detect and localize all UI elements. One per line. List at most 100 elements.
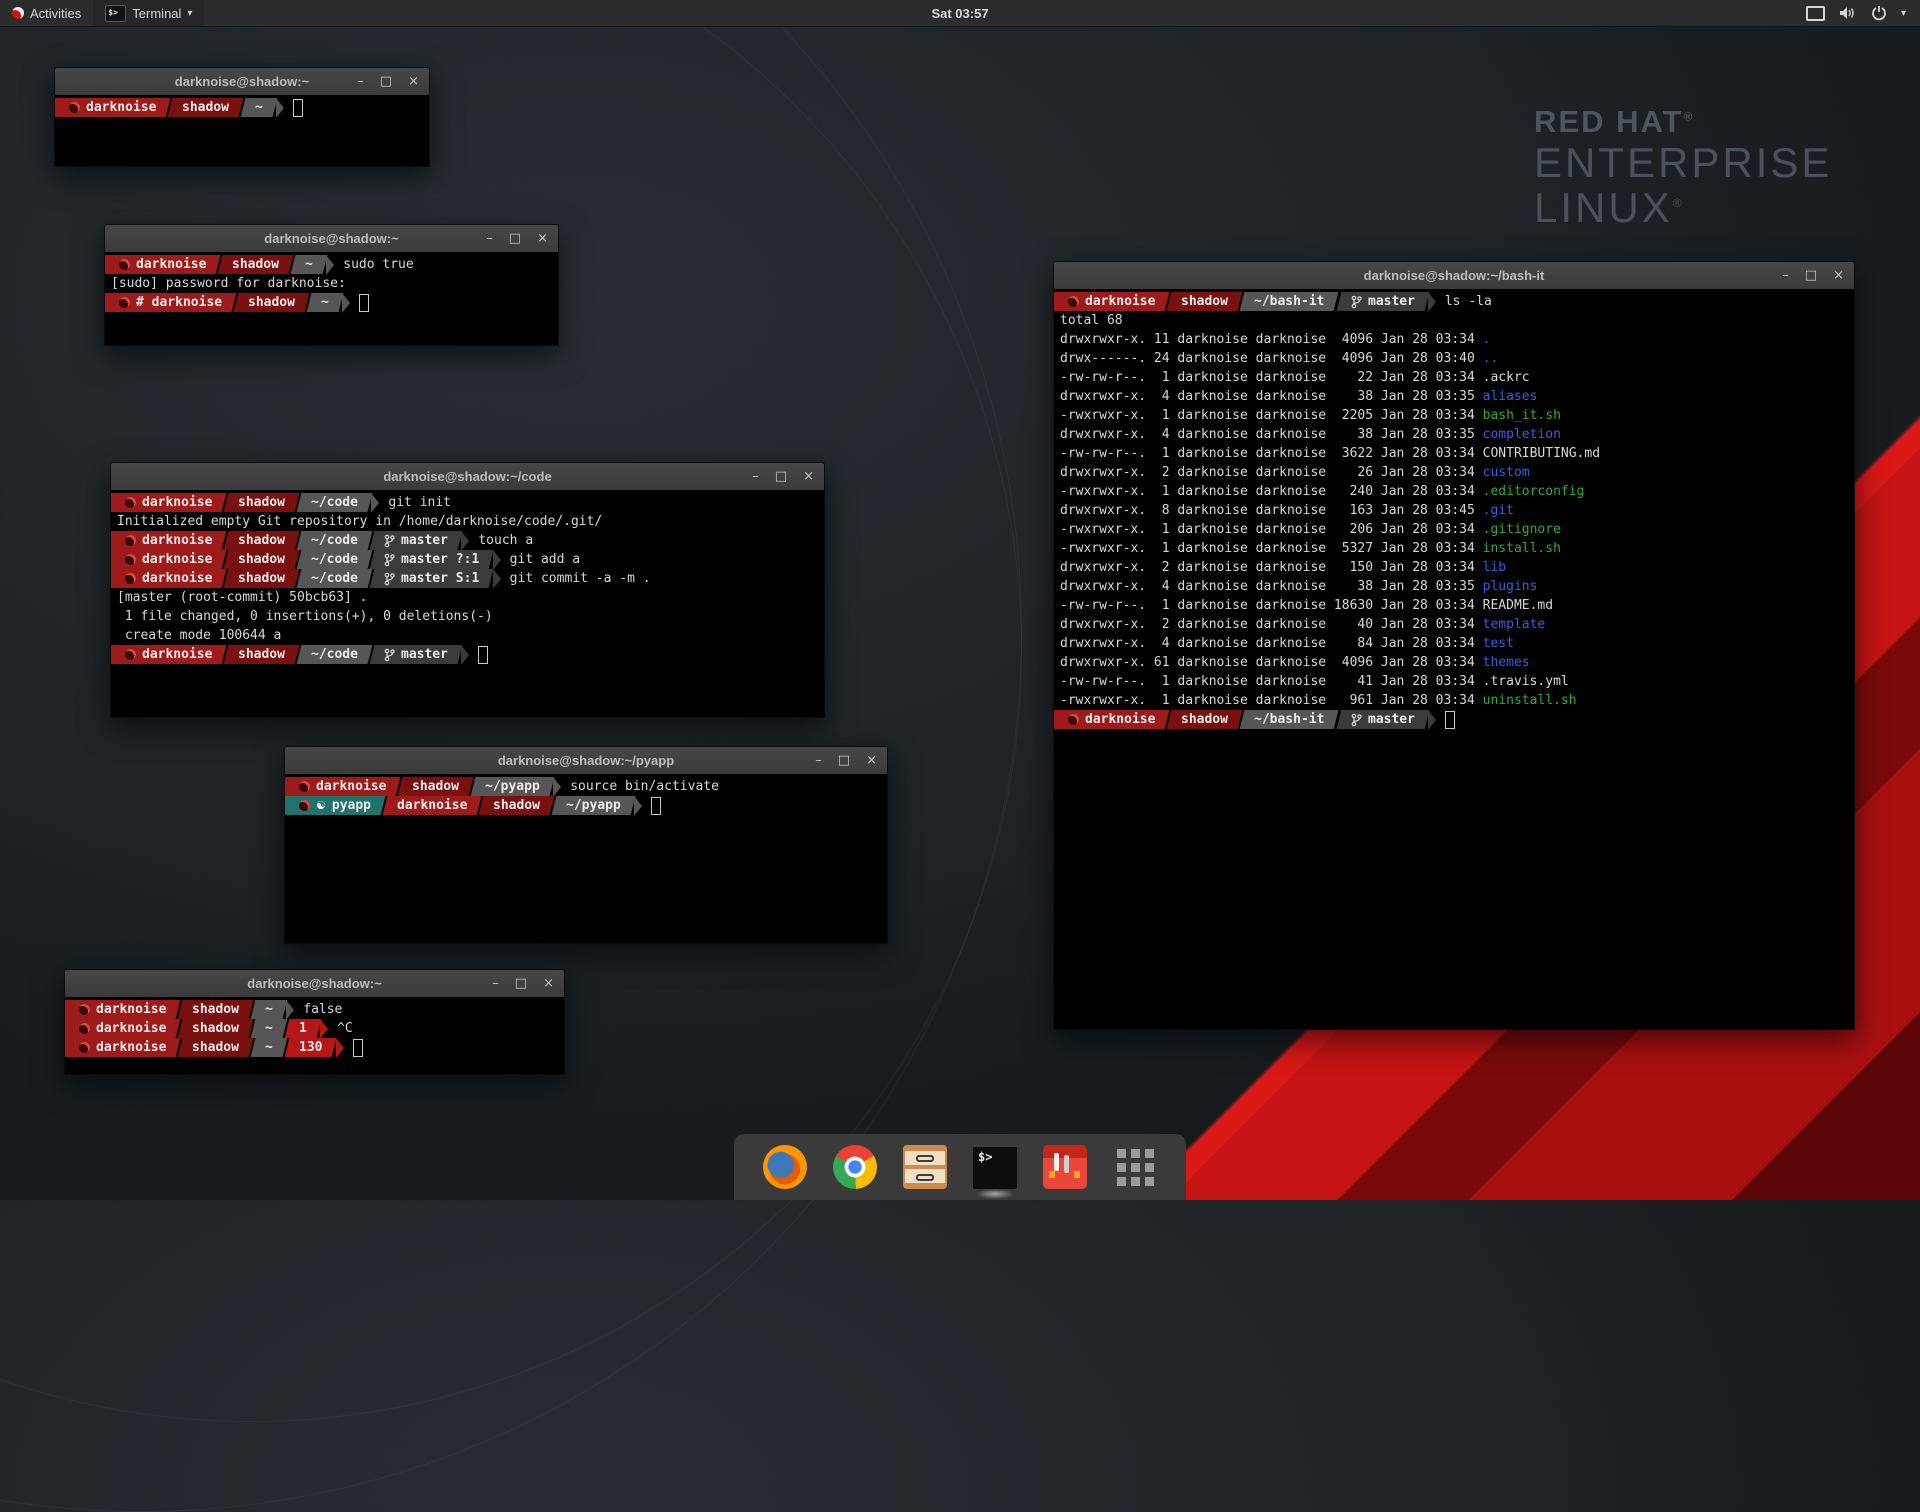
ls-row-filename: .ackrc bbox=[1483, 368, 1530, 387]
window-buttons: –□ × bbox=[752, 463, 814, 490]
maximize-button[interactable]: □ bbox=[515, 970, 527, 997]
window-buttons: –□ × bbox=[357, 68, 419, 95]
close-button[interactable]: × bbox=[1833, 262, 1844, 289]
terminal-cursor bbox=[353, 1039, 363, 1057]
terminal-icon bbox=[973, 1145, 1017, 1189]
git-branch-icon bbox=[384, 534, 395, 548]
window-titlebar[interactable]: darknoise@shadow:~/bash-it–□ × bbox=[1054, 262, 1854, 290]
prompt-arrow-icon bbox=[461, 645, 469, 665]
minimize-button[interactable]: – bbox=[492, 970, 499, 997]
terminal-body[interactable]: darknoiseshadow~falsedarknoiseshadow~1^C… bbox=[65, 997, 564, 1074]
dock-item-files[interactable] bbox=[902, 1144, 948, 1190]
close-button[interactable]: × bbox=[866, 747, 877, 774]
window-title: darknoise@shadow:~ bbox=[65, 976, 564, 991]
screen-icon[interactable] bbox=[1806, 6, 1825, 21]
prompt-segment-text: master bbox=[384, 531, 448, 550]
volume-icon[interactable] bbox=[1839, 5, 1857, 21]
firefox-icon bbox=[763, 1145, 807, 1189]
close-button[interactable]: × bbox=[408, 68, 419, 95]
prompt-segment-text: # darknoise bbox=[119, 293, 222, 312]
git-branch-icon bbox=[1351, 713, 1362, 727]
maximize-button[interactable]: □ bbox=[509, 225, 521, 252]
window-titlebar[interactable]: darknoise@shadow:~–□× bbox=[55, 68, 429, 96]
prompt-line: darknoiseshadow~ bbox=[61, 98, 429, 117]
close-button[interactable]: × bbox=[803, 463, 814, 490]
window-titlebar[interactable]: darknoise@shadow:~–□ × bbox=[65, 970, 564, 998]
terminal-line: drwxrwxr-x. 2 darknoise darknoise 26 Jan… bbox=[1060, 463, 1854, 482]
command-text: ls -la bbox=[1445, 292, 1492, 311]
terminal-line: drwxrwxr-x. 4 darknoise darknoise 84 Jan… bbox=[1060, 634, 1854, 653]
prompt-segment-git: master S:1 bbox=[370, 569, 494, 588]
prompt-segment-text: shadow bbox=[412, 777, 459, 796]
logo-line3: LINUX® bbox=[1534, 185, 1832, 230]
dock-item-terminal[interactable] bbox=[972, 1144, 1018, 1190]
terminal-window-pyapp[interactable]: darknoise@shadow:~/pyapp–□×darknoiseshad… bbox=[284, 746, 888, 944]
clock[interactable]: Sat 03:57 bbox=[931, 6, 988, 21]
redhat-icon bbox=[119, 297, 130, 308]
terminal-body[interactable]: darknoiseshadow~/pyappsource bin/activat… bbox=[285, 774, 887, 943]
prompt-arrow-icon bbox=[336, 1038, 344, 1058]
prompt-segment-text: darknoise bbox=[1068, 292, 1155, 311]
redhat-icon bbox=[299, 800, 310, 811]
prompt-segment-path: ~/code bbox=[297, 569, 373, 588]
minimize-button[interactable]: – bbox=[752, 463, 759, 490]
minimize-button[interactable]: – bbox=[815, 747, 822, 774]
prompt-segment-text: darknoise bbox=[397, 796, 467, 815]
chevron-down-icon[interactable]: ▾ bbox=[1901, 8, 1906, 19]
minimize-button[interactable]: – bbox=[1782, 262, 1789, 289]
window-titlebar[interactable]: darknoise@shadow:~/pyapp–□× bbox=[285, 747, 887, 775]
prompt-segment-text: ~ bbox=[265, 1019, 273, 1038]
maximize-button[interactable]: □ bbox=[380, 68, 392, 95]
files-icon bbox=[903, 1145, 947, 1189]
ls-row-filename: bash_it.sh bbox=[1483, 406, 1561, 425]
prompt-arrow-icon bbox=[320, 1019, 328, 1039]
prompt-segment-text: ~/bash-it bbox=[1254, 292, 1324, 311]
dock-item-toolbox[interactable] bbox=[1042, 1144, 1088, 1190]
terminal-window-sudo[interactable]: darknoise@shadow:~–□×darknoiseshadow~sud… bbox=[104, 224, 559, 346]
terminal-body[interactable]: darknoiseshadow~sudo true[sudo] password… bbox=[105, 252, 558, 345]
terminal-line: -rwxrwxr-x. 1 darknoise darknoise 5327 J… bbox=[1060, 539, 1854, 558]
redhat-icon bbox=[69, 102, 80, 113]
dock-item-chrome[interactable] bbox=[832, 1144, 878, 1190]
prompt-segment-text: shadow bbox=[232, 255, 279, 274]
command-text: touch a bbox=[478, 531, 533, 550]
window-title: darknoise@shadow:~/bash-it bbox=[1054, 268, 1854, 283]
prompt-segment-text: shadow bbox=[238, 493, 285, 512]
maximize-button[interactable]: □ bbox=[838, 747, 850, 774]
close-button[interactable]: × bbox=[537, 225, 548, 252]
terminal-window-home-2[interactable]: darknoise@shadow:~–□×darknoiseshadow~fal… bbox=[64, 969, 565, 1075]
git-branch-icon bbox=[384, 572, 395, 586]
terminal-line: drwxrwxr-x. 61 darknoise darknoise 4096 … bbox=[1060, 653, 1854, 672]
terminal-window-home-1[interactable]: darknoise@shadow:~–□×darknoiseshadow~ bbox=[54, 67, 430, 167]
window-titlebar[interactable]: darknoise@shadow:~/code–□× bbox=[111, 463, 824, 491]
prompt-segment-host: shadow bbox=[178, 1000, 254, 1019]
chrome-icon bbox=[833, 1145, 877, 1189]
terminal-body[interactable]: darknoiseshadow~/bash-itmasterls -latota… bbox=[1054, 289, 1854, 1029]
prompt-segment-host: shadow bbox=[168, 98, 244, 117]
terminal-body[interactable]: darknoiseshadow~/codegit initInitialized… bbox=[111, 490, 824, 717]
close-button[interactable]: × bbox=[543, 970, 554, 997]
ls-row-prefix: drwxrwxr-x. 11 darknoise darknoise 4096 … bbox=[1060, 330, 1483, 349]
activities-button[interactable]: Activities bbox=[0, 0, 93, 26]
power-icon[interactable] bbox=[1871, 5, 1887, 21]
prompt-segment-git: master bbox=[370, 645, 463, 664]
prompt-segment-text: darknoise bbox=[299, 777, 386, 796]
terminal-line: -rw-rw-r--. 1 darknoise darknoise 41 Jan… bbox=[1060, 672, 1854, 691]
terminal-body[interactable]: darknoiseshadow~ bbox=[55, 95, 429, 166]
terminal-window-code[interactable]: darknoise@shadow:~/code–□×darknoiseshado… bbox=[110, 462, 825, 718]
window-titlebar[interactable]: darknoise@shadow:~–□× bbox=[105, 225, 558, 253]
dock-item-app-grid[interactable] bbox=[1112, 1144, 1158, 1190]
terminal-window-bash-it[interactable]: darknoise@shadow:~/bash-it–□ ×darknoisesh… bbox=[1053, 261, 1855, 1030]
maximize-button[interactable]: □ bbox=[775, 463, 787, 490]
prompt-segment-host: shadow bbox=[234, 293, 310, 312]
app-menu-terminal[interactable]: $> Terminal ▾ bbox=[93, 0, 204, 26]
dock-item-firefox[interactable] bbox=[762, 1144, 808, 1190]
minimize-button[interactable]: – bbox=[357, 68, 364, 95]
terminal-line: drwxrwxr-x. 8 darknoise darknoise 163 Ja… bbox=[1060, 501, 1854, 520]
prompt-segment-text: ~/pyapp bbox=[485, 777, 540, 796]
python-venv-icon: ☯ bbox=[316, 796, 326, 815]
terminal-line: [master (root-commit) 50bcb63] . bbox=[117, 588, 824, 607]
minimize-button[interactable]: – bbox=[486, 225, 493, 252]
prompt-segment-text: ~ bbox=[265, 1038, 273, 1057]
maximize-button[interactable]: □ bbox=[1805, 262, 1817, 289]
